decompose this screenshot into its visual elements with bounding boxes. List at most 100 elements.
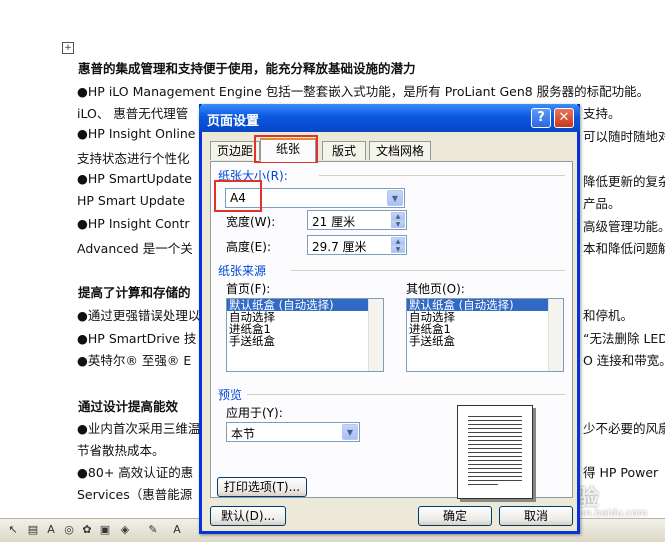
page-preview bbox=[457, 405, 533, 499]
textbox-tool-icon[interactable]: ▤ bbox=[26, 523, 40, 537]
document-line-tail: 得 HP Power bbox=[583, 465, 659, 480]
tab-document-grid[interactable]: 文档网格 bbox=[369, 141, 431, 160]
print-options-button[interactable]: 打印选项(T)... bbox=[217, 477, 307, 497]
preview-line bbox=[468, 416, 522, 417]
preview-line bbox=[468, 452, 522, 453]
preview-line bbox=[468, 484, 498, 485]
apply-to-label: 应用于(Y): bbox=[226, 406, 283, 420]
cancel-button[interactable]: 取消 bbox=[499, 506, 573, 526]
document-line: 节省散热成本。 bbox=[77, 443, 165, 458]
preview-line bbox=[468, 440, 522, 441]
preview-line bbox=[468, 444, 522, 445]
document-line-tail: “无法删除 LED bbox=[583, 331, 665, 346]
preview-line bbox=[468, 432, 522, 433]
preview-line bbox=[468, 428, 522, 429]
height-label: 高度(E): bbox=[226, 240, 271, 254]
paper-tab-panel: 纸张大小(R): A4 ▼ 宽度(W): 21 厘米 ▲ ▼ 高度(E): 29… bbox=[210, 161, 573, 499]
preview-line bbox=[468, 472, 522, 473]
list-item[interactable]: 手送纸盒 bbox=[227, 335, 369, 347]
help-button[interactable]: ? bbox=[531, 108, 551, 128]
width-spinner[interactable]: 21 厘米 ▲ ▼ bbox=[307, 210, 407, 230]
document-line: ●业内首次采用三维温 bbox=[77, 421, 201, 436]
document-line: Services（惠普能源 bbox=[77, 487, 193, 500]
paper-source-group-label: 纸张来源 bbox=[218, 262, 271, 279]
ok-button[interactable]: 确定 bbox=[418, 506, 492, 526]
font-color-icon[interactable]: A bbox=[170, 523, 184, 537]
arrow-tool-icon[interactable]: ↖ bbox=[6, 523, 20, 537]
spin-down-icon[interactable]: ▼ bbox=[391, 245, 405, 253]
first-page-tray-list[interactable]: 默认纸盒 (自动选择) 自动选择 进纸盒1 手送纸盒 bbox=[226, 298, 384, 372]
preview-group-label: 预览 bbox=[218, 386, 247, 403]
preview-line bbox=[468, 460, 522, 461]
document-line: ●80+ 高效认证的惠 bbox=[77, 465, 194, 480]
height-spinner[interactable]: 29.7 厘米 ▲ ▼ bbox=[307, 235, 407, 255]
chevron-down-icon[interactable]: ▼ bbox=[387, 190, 403, 206]
table-anchor-icon[interactable]: + bbox=[62, 42, 74, 54]
paper-size-value: A4 bbox=[230, 191, 246, 205]
spin-up-icon[interactable]: ▲ bbox=[391, 212, 405, 220]
document-line: ●HP Insight Online bbox=[77, 126, 196, 141]
dialog-title: 页面设置 bbox=[207, 114, 260, 129]
document-line-tail: 高级管理功能。 bbox=[583, 219, 665, 234]
close-button[interactable]: ✕ bbox=[554, 108, 574, 128]
scrollbar[interactable] bbox=[548, 299, 563, 371]
fill-color-icon[interactable]: ◈ bbox=[118, 523, 132, 537]
paper-size-select[interactable]: A4 ▼ bbox=[225, 188, 405, 208]
wordart-tool-icon[interactable]: A bbox=[44, 523, 58, 537]
height-value: 29.7 厘米 bbox=[312, 240, 367, 254]
tab-margins[interactable]: 页边距 bbox=[210, 141, 260, 160]
first-page-label: 首页(F): bbox=[226, 282, 271, 296]
list-item[interactable]: 手送纸盒 bbox=[407, 335, 549, 347]
apply-to-value: 本节 bbox=[231, 427, 256, 441]
default-button[interactable]: 默认(D)... bbox=[210, 506, 286, 526]
preview-line bbox=[468, 476, 522, 477]
document-line-tail: 降低更新的复杂 bbox=[583, 174, 665, 189]
document-line: 支持状态进行个性化 bbox=[77, 151, 190, 166]
document-line: ●HP SmartUpdate bbox=[77, 171, 192, 186]
document-line-tail: 可以随时随地对 bbox=[583, 129, 665, 144]
document-line: 惠普的集成管理和支持便于使用，能充分释放基础设施的潜力 bbox=[78, 61, 416, 76]
preview-line bbox=[468, 448, 522, 449]
scrollbar[interactable] bbox=[368, 299, 383, 371]
chevron-down-icon[interactable]: ▼ bbox=[342, 424, 358, 440]
preview-line bbox=[468, 456, 522, 457]
document-line: ●英特尔® 至强® E bbox=[77, 353, 192, 368]
preview-line bbox=[468, 468, 522, 469]
document-line-tail: 少不必要的风扇 bbox=[583, 421, 665, 436]
document-line-tail: 和停机。 bbox=[583, 308, 634, 323]
preview-line bbox=[468, 480, 522, 481]
tab-paper[interactable]: 纸张 bbox=[260, 138, 316, 162]
dialog-title-bar[interactable]: 页面设置 ? ✕ bbox=[199, 104, 580, 132]
document-line: HP Smart Update bbox=[77, 193, 185, 208]
document-line: ●HP iLO Management Engine 包括一整套嵌入式功能，是所有… bbox=[77, 84, 650, 99]
apply-to-select[interactable]: 本节 ▼ bbox=[226, 422, 360, 442]
other-pages-tray-list[interactable]: 默认纸盒 (自动选择) 自动选择 进纸盒1 手送纸盒 bbox=[406, 298, 564, 372]
document-line-tail: 支持。 bbox=[583, 106, 621, 121]
document-line-tail: 本和降低问题解 bbox=[583, 241, 665, 256]
tab-layout[interactable]: 版式 bbox=[322, 141, 366, 160]
clipart-tool-icon[interactable]: ✿ bbox=[80, 523, 94, 537]
preview-line bbox=[468, 420, 522, 421]
document-line: ●通过更强错误处理以 bbox=[77, 308, 201, 323]
spin-up-icon[interactable]: ▲ bbox=[391, 237, 405, 245]
document-line-tail: O 连接和带宽。 bbox=[583, 353, 665, 368]
preview-line bbox=[468, 464, 522, 465]
document-line: iLO、 惠普无代理管 bbox=[77, 106, 189, 121]
document-line: 提高了计算和存储的 bbox=[78, 285, 191, 300]
document-line: 通过设计提高能效 bbox=[78, 399, 179, 414]
line-color-icon[interactable]: ✎ bbox=[146, 523, 160, 537]
width-label: 宽度(W): bbox=[226, 215, 276, 229]
preview-line bbox=[468, 436, 522, 437]
other-pages-label: 其他页(O): bbox=[406, 282, 465, 296]
preview-line bbox=[468, 424, 522, 425]
paper-size-group-label: 纸张大小(R): bbox=[218, 167, 292, 184]
width-value: 21 厘米 bbox=[312, 215, 356, 229]
document-line: ●HP SmartDrive 技 bbox=[77, 331, 197, 346]
page-setup-dialog: 页面设置 ? ✕ 页边距 纸张 版式 文档网格 纸张大小(R): A4 ▼ 宽度… bbox=[199, 104, 580, 534]
diagram-tool-icon[interactable]: ◎ bbox=[62, 523, 76, 537]
document-line-tail: 产品。 bbox=[583, 196, 621, 211]
document-line: ●HP Insight Contr bbox=[77, 216, 190, 231]
picture-tool-icon[interactable]: ▣ bbox=[98, 523, 112, 537]
document-line: Advanced 是一个关 bbox=[77, 241, 193, 256]
spin-down-icon[interactable]: ▼ bbox=[391, 220, 405, 228]
